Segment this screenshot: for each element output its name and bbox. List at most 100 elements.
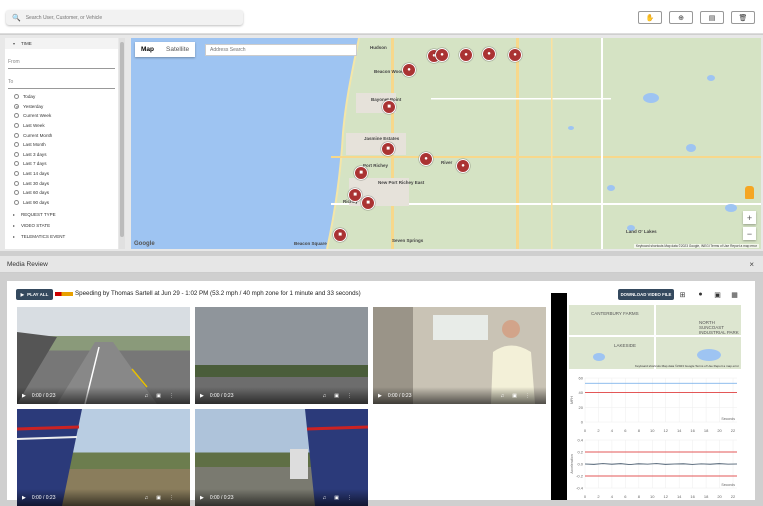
radio-icon[interactable] [14, 161, 19, 167]
target-icon: ⊕ [678, 14, 684, 22]
time-option[interactable]: Current Week [5, 111, 118, 121]
event-marker[interactable]: ● [508, 48, 522, 62]
event-marker[interactable]: ■ [361, 196, 375, 210]
event-marker[interactable]: ● [435, 48, 449, 62]
search-input[interactable] [25, 14, 236, 21]
download-video-button[interactable]: DOWNLOAD VIDEO FILE [618, 289, 674, 300]
radio-icon[interactable] [14, 180, 19, 186]
event-marker[interactable]: ■ [333, 228, 347, 242]
close-icon[interactable]: × [749, 260, 754, 269]
time-option[interactable]: Last 7 days [5, 159, 118, 169]
time-option-label: Last Week [23, 123, 45, 129]
y-tick-label: 0.0 [577, 462, 583, 467]
radio-icon[interactable] [14, 94, 19, 100]
grid-icon[interactable]: ▦ [730, 290, 739, 299]
volume-icon[interactable]: ♫▣⋮ [323, 495, 360, 501]
volume-icon[interactable]: ♫▣⋮ [145, 495, 182, 501]
time-option-label: Last 14 days [23, 171, 50, 177]
apple-icon[interactable]: ● [696, 290, 705, 299]
time-option[interactable]: Last Week [5, 121, 118, 131]
time-option-label: Today [23, 94, 36, 100]
play-icon[interactable]: ▶ [378, 393, 382, 399]
time-option[interactable]: Last 90 days [5, 198, 118, 208]
filter-scrollbar[interactable] [119, 38, 125, 249]
event-marker[interactable]: ● [402, 63, 416, 77]
request-type-section[interactable]: ▸ REQUEST TYPE [5, 209, 118, 220]
y-tick-label: -0.2 [576, 474, 584, 479]
time-option[interactable]: Last 30 days [5, 178, 118, 188]
volume-icon[interactable]: ♫▣⋮ [323, 393, 360, 399]
event-marker[interactable]: ● [419, 152, 433, 166]
scrollbar-thumb[interactable] [120, 42, 124, 237]
zoom-in-button[interactable]: + [743, 211, 756, 224]
event-marker[interactable]: ● [456, 159, 470, 173]
play-icon[interactable]: ▶ [22, 393, 26, 399]
radio-icon[interactable] [14, 123, 19, 129]
cart-button[interactable]: ▤ [700, 11, 724, 24]
video-time: 0:00 / 0:23 [31, 392, 56, 399]
town-label: New Port Richey East [378, 180, 425, 185]
radio-icon[interactable] [14, 199, 19, 205]
x-tick-label: 4 [611, 494, 614, 499]
time-option[interactable]: Yesterday [5, 102, 118, 112]
target-button[interactable]: ⊕ [669, 11, 693, 24]
chevron-right-icon: ▸ [13, 223, 16, 229]
video-state-section[interactable]: ▸ VIDEO STATE [5, 220, 118, 231]
event-marker[interactable]: ■ [354, 166, 368, 180]
radio-icon[interactable] [14, 142, 19, 148]
video-player[interactable]: ▶ 0:00 / 0:23 ♫▣⋮ [17, 307, 190, 404]
video-player[interactable]: ▶ 0:00 / 0:23 ♫▣⋮ [17, 409, 190, 506]
video-controls: ▶ 0:00 / 0:23 ♫▣⋮ [195, 489, 368, 506]
from-field[interactable]: From [8, 49, 115, 69]
expand-icon[interactable]: ▣ [713, 290, 722, 299]
search-box[interactable]: 🔍 [6, 10, 243, 25]
radio-icon[interactable] [14, 190, 19, 196]
media-review-title: Media Review [7, 260, 48, 268]
video-player[interactable]: ▶ 0:00 / 0:23 ♫▣⋮ [195, 409, 368, 506]
street-view-pegman-icon[interactable] [745, 186, 754, 199]
hand-button[interactable]: ✋ [638, 11, 662, 24]
radio-icon[interactable] [14, 103, 19, 109]
volume-icon[interactable]: ♫▣⋮ [501, 393, 538, 399]
map-view[interactable]: Map Satellite Hudson Beacon Woods Bayone… [131, 38, 761, 249]
windows-icon[interactable]: ⊞ [678, 290, 687, 299]
radio-icon[interactable] [14, 132, 19, 138]
event-marker[interactable]: ● [482, 47, 496, 61]
zoom-out-button[interactable]: − [743, 227, 756, 240]
mini-map[interactable]: CANTERBURY FARMS NORTH SUNCOAST INDUSTRI… [569, 305, 741, 369]
acceleration-line [584, 463, 738, 465]
time-option[interactable]: Last 14 days [5, 169, 118, 179]
video-player[interactable]: ▶ 0:00 / 0:23 ♫▣⋮ [195, 307, 368, 404]
event-marker[interactable]: ■ [382, 100, 396, 114]
to-field[interactable]: To [8, 69, 115, 89]
x-tick-label: 8 [638, 428, 641, 433]
volume-icon[interactable]: ♫▣⋮ [145, 393, 182, 399]
chevron-down-icon: ▾ [13, 41, 16, 46]
radio-icon[interactable] [14, 151, 19, 157]
tab-map[interactable]: Map [135, 42, 160, 57]
video-controls: ▶ 0:00 / 0:23 ♫▣⋮ [17, 387, 190, 404]
telematics-event-section[interactable]: ▸ TELEMATICS EVENT [5, 231, 118, 242]
event-marker[interactable]: ● [459, 48, 473, 62]
time-option[interactable]: Last Month [5, 140, 118, 150]
address-search-input[interactable] [205, 44, 357, 56]
delete-button[interactable]: 🗑 [731, 11, 755, 24]
event-marker[interactable]: ■ [381, 142, 395, 156]
time-option[interactable]: Today [5, 92, 118, 102]
tab-satellite[interactable]: Satellite [160, 42, 195, 57]
time-option[interactable]: Last 3 days [5, 150, 118, 160]
time-option-label: Last 30 days [23, 180, 50, 186]
time-section-header[interactable]: ▾ TIME [5, 38, 118, 49]
section-label: TELEMATICS EVENT [21, 234, 66, 240]
time-option[interactable]: Last 60 days [5, 188, 118, 198]
radio-icon[interactable] [14, 113, 19, 119]
event-marker[interactable]: ■ [348, 188, 362, 202]
x-tick-label: 6 [624, 494, 627, 499]
x-tick-label: 6 [624, 428, 627, 433]
time-option[interactable]: Current Month [5, 130, 118, 140]
town-label: River [441, 160, 453, 165]
radio-icon[interactable] [14, 171, 19, 177]
video-player[interactable]: ▶ 0:00 / 0:23 ♫▣⋮ [373, 307, 546, 404]
play-icon[interactable]: ▶ [200, 393, 204, 399]
play-all-button[interactable]: ▶ PLAY ALL [16, 289, 53, 300]
